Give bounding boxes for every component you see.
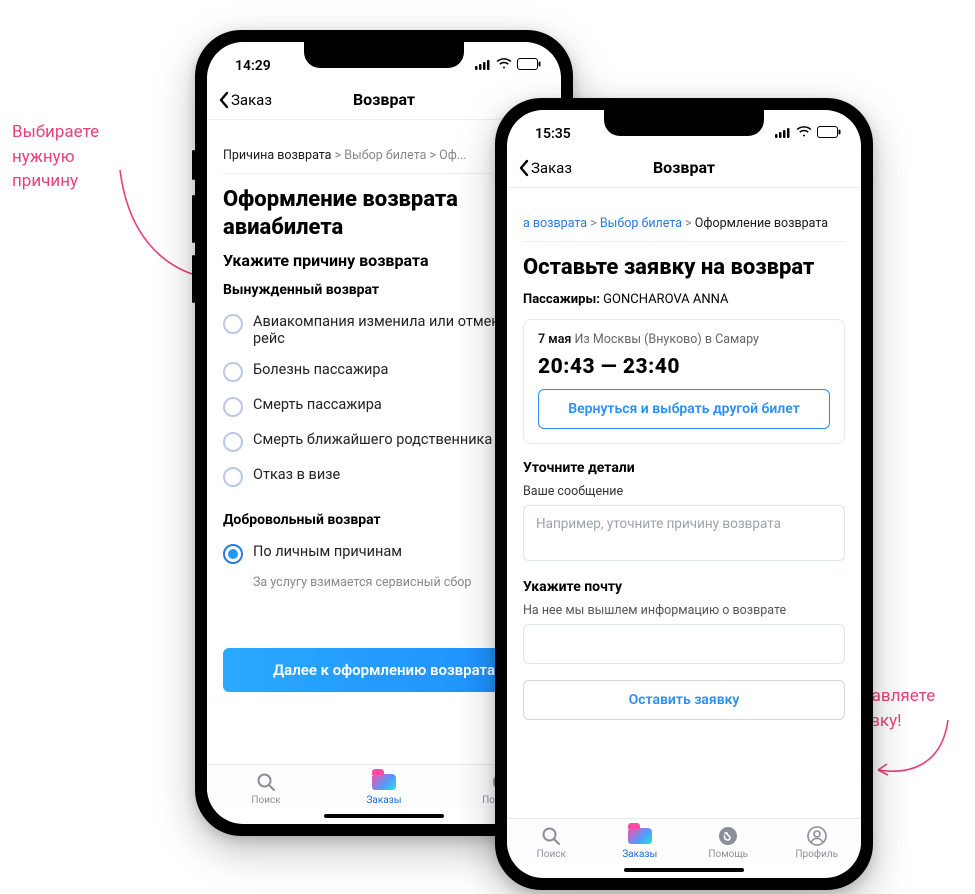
radio-label: Отказ в визе [253,466,340,483]
tab-help[interactable]: Помощь [684,825,773,860]
radio-label: Смерть ближайшего родственника [253,431,492,448]
tab-label: Заказы [622,849,657,860]
details-title: Уточните детали [523,460,845,476]
flight-card: 7 мая Из Москвы (Внуково) в Самару 20:43… [523,319,845,444]
breadcrumb-step-1[interactable]: а возврата [523,216,587,231]
radio-icon [223,314,243,334]
signal-icon [775,126,791,142]
battery-icon [517,58,541,74]
breadcrumb-step-2[interactable]: Выбор билета [600,216,682,231]
radio-icon [223,432,243,452]
notch [304,42,464,68]
breadcrumb-step-1: Причина возврата [223,148,331,163]
breadcrumb-step-3: Оформление возврата [695,216,828,231]
radio-icon [223,362,243,382]
passengers-label: Пассажиры: [523,292,600,307]
breadcrumb-step-2: Выбор билета [344,148,426,163]
change-ticket-button[interactable]: Вернуться и выбрать другой билет [538,389,830,429]
tab-profile[interactable]: Профиль [773,825,862,860]
nav-title: Возврат [353,90,415,109]
email-title: Укажите почту [523,579,845,595]
home-indicator[interactable] [624,868,744,872]
orders-folder-icon [627,825,653,847]
nav-bar: Заказ Возврат [507,148,861,188]
help-phone-icon [715,825,741,847]
tab-label: Поиск [251,795,280,806]
tab-label: Профиль [795,849,838,860]
submit-request-button[interactable]: Оставить заявку [523,680,845,720]
tab-search[interactable]: Поиск [507,825,596,860]
radio-label: Смерть пассажира [253,396,382,413]
wifi-icon [496,58,512,74]
status-time: 14:29 [235,58,271,74]
tab-orders[interactable]: Заказы [596,825,685,860]
flight-route: Из Москвы (Внуково) в Самару [574,332,758,347]
message-textarea[interactable] [523,505,845,561]
chevron-left-icon [517,159,531,177]
annotation-choose-reason: Выбираете нужную причину [12,120,132,194]
email-hint: На нее мы вышлем информацию о возврате [523,603,845,618]
radio-label: По личным причинам [253,543,402,560]
notch [604,110,764,136]
radio-icon-checked [223,544,243,564]
passengers-line: Пассажиры: GONCHAROVA ANNA [523,292,845,307]
tab-bar: Поиск Заказы Помощь Профиль [507,818,861,862]
radio-label: Болезнь пассажира [253,361,388,378]
back-button[interactable]: Заказ [217,91,272,109]
search-icon [253,771,279,793]
tab-orders[interactable]: Заказы [325,771,443,806]
email-input[interactable] [523,624,845,664]
message-label: Ваше сообщение [523,484,845,499]
back-label: Заказ [531,159,572,177]
signal-icon [475,58,491,74]
passengers-value: GONCHAROVA ANNA [603,292,728,307]
tab-label: Заказы [366,795,401,806]
page-title: Оставьте заявку на возврат [523,254,845,282]
orders-folder-icon [371,771,397,793]
status-time: 15:35 [535,126,571,142]
wifi-icon [796,126,812,142]
flight-times: 20:43 — 23:40 [538,355,830,379]
back-label: Заказ [231,91,272,109]
nav-title: Возврат [653,158,715,177]
profile-icon [804,825,830,847]
battery-icon [817,126,841,142]
home-indicator[interactable] [324,814,444,818]
tab-label: Поиск [537,849,566,860]
phone-mockup-2: 15:35 Заказ Возврат а возврата > Выбор б… [495,98,873,890]
back-button[interactable]: Заказ [517,159,572,177]
radio-icon [223,397,243,417]
breadcrumb: а возврата > Выбор билета > Оформление в… [523,202,845,242]
search-icon [538,825,564,847]
tab-search[interactable]: Поиск [207,771,325,806]
tab-label: Помощь [708,849,748,860]
chevron-left-icon [217,91,231,109]
radio-icon [223,467,243,487]
flight-date: 7 мая [538,332,571,347]
breadcrumb-step-3: Оф... [439,148,467,163]
